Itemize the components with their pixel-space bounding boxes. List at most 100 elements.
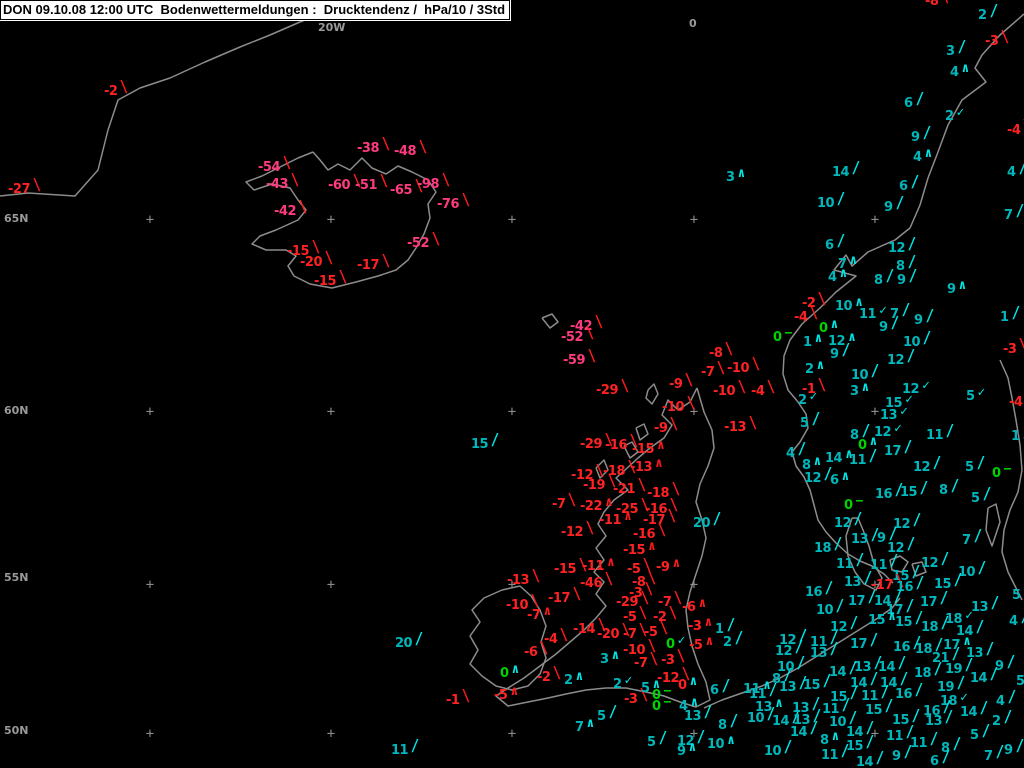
- station: 4/: [1009, 614, 1024, 629]
- tendency-barb-icon: /: [901, 302, 909, 320]
- station-value: 13: [810, 646, 827, 661]
- station-value: 2: [992, 714, 1001, 729]
- station-value: 5: [965, 460, 974, 475]
- station-value: -7: [552, 497, 565, 512]
- station: 2✓: [613, 677, 632, 692]
- station-value: 12: [888, 241, 905, 256]
- tendency-barb-icon: /: [986, 641, 994, 659]
- tendency-barb-icon: ✓: [900, 404, 907, 419]
- station-value: 10: [829, 715, 846, 730]
- station: 15∧: [868, 613, 895, 628]
- tendency-barb-icon: /: [973, 528, 981, 546]
- station-value: 2: [613, 677, 622, 692]
- station-value: 0: [844, 498, 853, 513]
- station: 4∧: [828, 270, 847, 285]
- tendency-barb-icon: ∧: [840, 266, 847, 281]
- tendency-barb-icon: \: [462, 688, 470, 706]
- station-value: 4: [828, 270, 837, 285]
- station-value: 14: [970, 671, 987, 686]
- station-value: 4: [996, 694, 1005, 709]
- station-value: 1: [1011, 429, 1020, 444]
- station: 16/: [895, 687, 922, 702]
- tendency-barb-icon: \: [291, 172, 299, 190]
- tendency-barb-icon: /: [713, 511, 721, 529]
- station: 1/: [1000, 310, 1019, 325]
- station: -6\: [524, 645, 548, 660]
- station: 16/: [875, 487, 902, 502]
- station-value: 7: [962, 533, 971, 548]
- station-value: 2: [945, 109, 954, 124]
- station: -7\: [701, 365, 725, 380]
- tendency-barb-icon: /: [784, 739, 792, 757]
- station: 0∧: [678, 678, 697, 693]
- station: 9/: [911, 130, 930, 145]
- station-value: -6: [682, 600, 695, 615]
- station-value: 5: [641, 681, 650, 696]
- station-value: 9: [677, 744, 686, 759]
- tendency-barb-icon: \: [752, 356, 760, 374]
- tendency-barb-icon: \: [312, 239, 320, 257]
- tendency-barb-icon: \: [1001, 29, 1009, 47]
- station: 11/: [821, 748, 848, 763]
- station-value: 17: [850, 637, 867, 652]
- station-value: -9: [654, 421, 667, 436]
- station-value: 15: [803, 678, 820, 693]
- station-value: 17: [920, 595, 937, 610]
- station-value: 7: [984, 749, 993, 764]
- tendency-barb-icon: \: [380, 173, 388, 191]
- station: 5/: [800, 416, 819, 431]
- station: 15/: [865, 703, 892, 718]
- station: -27\: [8, 182, 40, 197]
- station: 14/: [960, 705, 987, 720]
- station: 11/: [391, 743, 418, 758]
- station: 13/: [793, 713, 820, 728]
- station: 9∧: [677, 744, 696, 759]
- station: 14/: [856, 755, 883, 768]
- station-value: 3: [850, 384, 859, 399]
- tendency-barb-icon: /: [1006, 654, 1014, 672]
- station-value: 15: [868, 613, 885, 628]
- tendency-barb-icon: \: [532, 568, 540, 586]
- station-value: 11: [849, 453, 866, 468]
- station: 7/: [962, 533, 981, 548]
- station: 12/: [913, 460, 940, 475]
- station-value: 8: [896, 259, 905, 274]
- station-value: -7: [701, 365, 714, 380]
- station-value: 10: [835, 299, 852, 314]
- coastline-svg: [0, 0, 1024, 768]
- station-value: 14: [960, 705, 977, 720]
- tendency-barb-icon: ∧: [605, 495, 612, 510]
- tendency-barb-icon: /: [952, 736, 960, 754]
- station: 14/: [832, 165, 859, 180]
- tendency-barb-icon: ∧: [831, 317, 838, 332]
- station: -7\: [634, 656, 658, 671]
- station: 11/: [910, 736, 937, 751]
- station-value: -98: [417, 177, 439, 192]
- station: -76\: [437, 197, 469, 212]
- station-value: -11: [599, 513, 621, 528]
- station-value: -6: [524, 645, 537, 660]
- tendency-barb-icon: \: [621, 378, 629, 396]
- tendency-barb-icon: /: [885, 268, 893, 286]
- tendency-barb-icon: \: [442, 172, 450, 190]
- tendency-barb-icon: ✓: [957, 105, 964, 120]
- station-value: -52: [407, 236, 429, 251]
- station-value: 12: [921, 556, 938, 571]
- station: 5/: [965, 460, 984, 475]
- tendency-barb-icon: ∧: [727, 733, 734, 748]
- station: -2\: [104, 84, 128, 99]
- tendency-barb-icon: \: [1019, 337, 1024, 355]
- tendency-barb-icon: \: [595, 314, 603, 332]
- tendency-barb-icon: /: [982, 486, 990, 504]
- tendency-barb-icon: ✓: [965, 608, 972, 623]
- tendency-barb-icon: /: [1015, 738, 1023, 756]
- station-value: 11: [821, 748, 838, 763]
- station-value: 6: [825, 238, 834, 253]
- station: 12/: [921, 556, 948, 571]
- station: 17/: [848, 594, 875, 609]
- tendency-barb-icon: ∧: [587, 716, 594, 731]
- tendency-barb-icon: ∧: [738, 166, 745, 181]
- station: 0∧: [500, 666, 519, 681]
- tendency-barb-icon: /: [950, 478, 958, 496]
- station: -13\: [724, 420, 756, 435]
